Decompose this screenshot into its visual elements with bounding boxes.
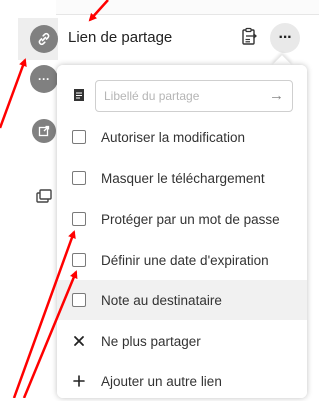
share-link-row[interactable]: Lien de partage ··· — [0, 14, 319, 62]
add-link-label: Ajouter un autre lien — [101, 373, 222, 389]
option-allow-edit[interactable]: Autoriser la modification — [57, 117, 307, 157]
allow-edit-checkbox[interactable] — [72, 130, 86, 144]
note-recipient-checkbox[interactable] — [72, 293, 86, 307]
option-hide-download[interactable]: Masquer le téléchargement — [57, 158, 307, 198]
share-label-input[interactable] — [96, 89, 272, 103]
side-copy-button[interactable] — [34, 186, 54, 206]
option-note-recipient[interactable]: Note au destinataire — [57, 280, 307, 320]
more-dots-icon: ··· — [278, 29, 293, 46]
option-expiration-date[interactable]: Définir une date d'expiration — [57, 240, 307, 280]
copy-icon — [36, 189, 52, 203]
close-icon — [57, 335, 101, 347]
option-label: Définir une date d'expiration — [101, 252, 269, 268]
option-label: Autoriser la modification — [101, 129, 246, 145]
hide-download-checkbox[interactable] — [72, 171, 86, 185]
copy-clipboard-icon[interactable] — [241, 27, 259, 47]
link-icon — [30, 25, 58, 53]
side-more-button[interactable]: ··· — [30, 65, 58, 93]
unshare-label: Ne plus partager — [101, 333, 201, 349]
plus-icon — [57, 375, 101, 387]
more-dots-icon: ··· — [38, 72, 50, 86]
option-password-protect[interactable]: Protéger par un mot de passe — [57, 199, 307, 239]
side-external-link-button[interactable] — [32, 119, 56, 143]
option-label: Protéger par un mot de passe — [101, 211, 280, 227]
add-link-item[interactable]: Ajouter un autre lien — [57, 361, 307, 401]
option-label: Masquer le téléchargement — [101, 170, 265, 186]
unshare-item[interactable]: Ne plus partager — [57, 321, 307, 361]
external-link-icon — [38, 125, 50, 137]
option-label: Note au destinataire — [101, 292, 222, 308]
share-options-menu: → Autoriser la modification Masquer le t… — [57, 65, 307, 398]
share-more-button[interactable]: ··· — [270, 23, 300, 53]
previous-row-edge — [56, 0, 319, 15]
password-protect-checkbox[interactable] — [72, 212, 86, 226]
share-label-field[interactable]: → — [95, 80, 293, 112]
share-link-label: Lien de partage — [68, 29, 173, 46]
submit-arrow-icon[interactable]: → — [269, 87, 284, 104]
expiration-date-checkbox[interactable] — [72, 253, 86, 267]
annotation-arrow — [0, 58, 27, 129]
